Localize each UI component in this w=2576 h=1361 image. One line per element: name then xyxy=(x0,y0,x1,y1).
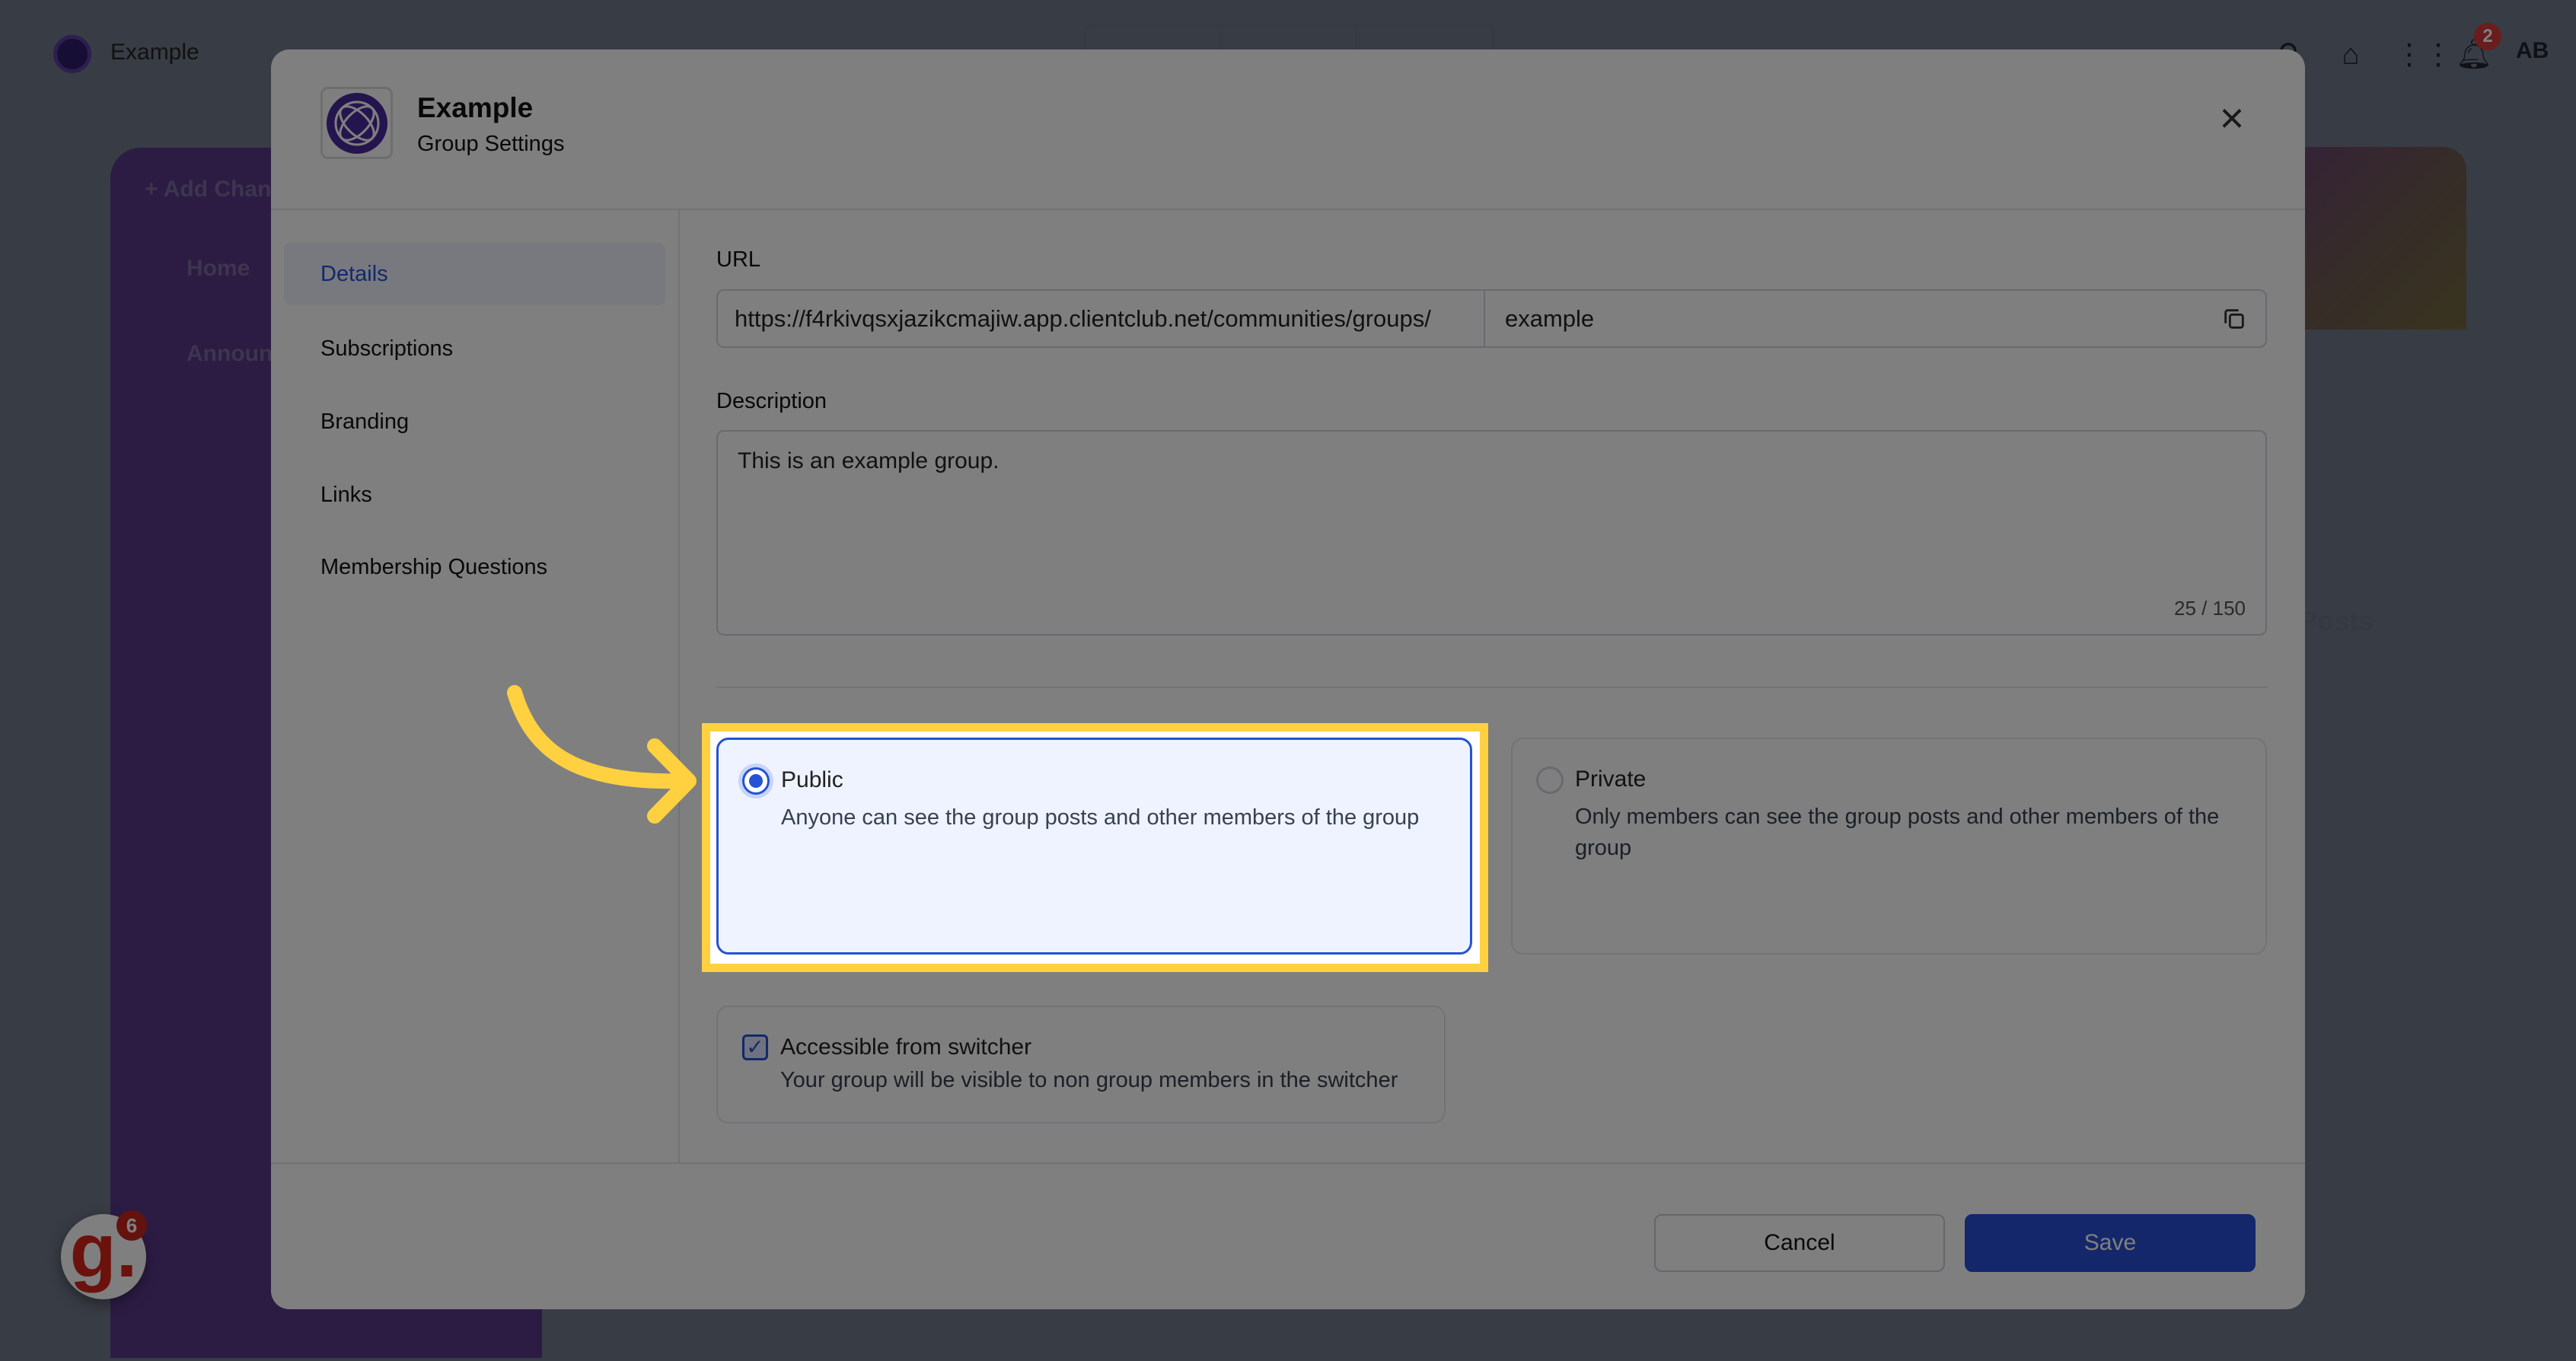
url-label: URL xyxy=(716,247,761,272)
option-title: Private xyxy=(1575,767,1647,792)
apps-grid-icon[interactable]: ⋮⋮ xyxy=(2395,38,2453,72)
app-logo-icon[interactable] xyxy=(53,35,91,73)
nav-links[interactable]: Links xyxy=(284,464,665,526)
option-description: Only members can see the group posts and… xyxy=(1575,805,2220,860)
radio-public[interactable] xyxy=(742,767,770,795)
close-icon[interactable]: × xyxy=(2209,95,2255,141)
app-name: Example xyxy=(110,40,199,65)
switcher-option[interactable]: ✓ Accessible from switcher Your group wi… xyxy=(716,1006,1446,1124)
home-icon[interactable]: ⌂ xyxy=(2334,38,2367,72)
url-slug-input[interactable]: example xyxy=(1485,291,2265,346)
notification-badge: 2 xyxy=(2474,23,2501,50)
divider xyxy=(271,209,2305,210)
divider xyxy=(678,210,680,1163)
char-counter: 25 / 150 xyxy=(2174,597,2246,620)
description-label: Description xyxy=(716,389,827,413)
nav-branding[interactable]: Branding xyxy=(284,390,665,453)
nav-subscriptions[interactable]: Subscriptions xyxy=(284,317,665,380)
help-widget-badge: 6 xyxy=(116,1210,147,1241)
description-value[interactable]: This is an example group. xyxy=(738,448,999,474)
modal-title: Example xyxy=(417,92,534,123)
save-button[interactable]: Save xyxy=(1965,1214,2256,1272)
nav-membership-questions[interactable]: Membership Questions xyxy=(284,536,665,598)
modal-subtitle: Group Settings xyxy=(417,132,565,156)
option-title: Public xyxy=(781,767,843,792)
divider xyxy=(271,1162,2305,1164)
sidebar-item-add-channel[interactable]: + Add Chan xyxy=(145,177,271,202)
switcher-title: Accessible from switcher xyxy=(780,1034,1032,1060)
privacy-option-public[interactable]: Public Anyone can see the group posts an… xyxy=(716,738,1472,955)
posts-heading: Posts xyxy=(2299,605,2374,636)
description-textarea[interactable]: This is an example group. 25 / 150 xyxy=(716,430,2267,636)
avatar[interactable]: AB xyxy=(2516,38,2549,64)
switcher-description: Your group will be visible to non group … xyxy=(780,1068,1398,1092)
group-logo-icon xyxy=(320,87,393,159)
nav-details[interactable]: Details xyxy=(284,243,665,305)
group-settings-modal: Example Group Settings × Details Subscri… xyxy=(271,49,2305,1309)
option-description: Anyone can see the group posts and other… xyxy=(781,805,1420,830)
sidebar-item-home[interactable]: Home xyxy=(187,256,250,282)
privacy-option-private[interactable]: Private Only members can see the group p… xyxy=(1511,738,2267,955)
divider xyxy=(716,687,2267,688)
url-field: https://f4rkivqsxjazikcmajiw.app.clientc… xyxy=(716,289,2267,348)
cancel-button[interactable]: Cancel xyxy=(1654,1214,1945,1272)
url-prefix: https://f4rkivqsxjazikcmajiw.app.clientc… xyxy=(718,291,1485,346)
copy-icon[interactable] xyxy=(2221,306,2247,332)
radio-private[interactable] xyxy=(1536,767,1564,794)
checkbox-checked-icon[interactable]: ✓ xyxy=(742,1034,768,1060)
